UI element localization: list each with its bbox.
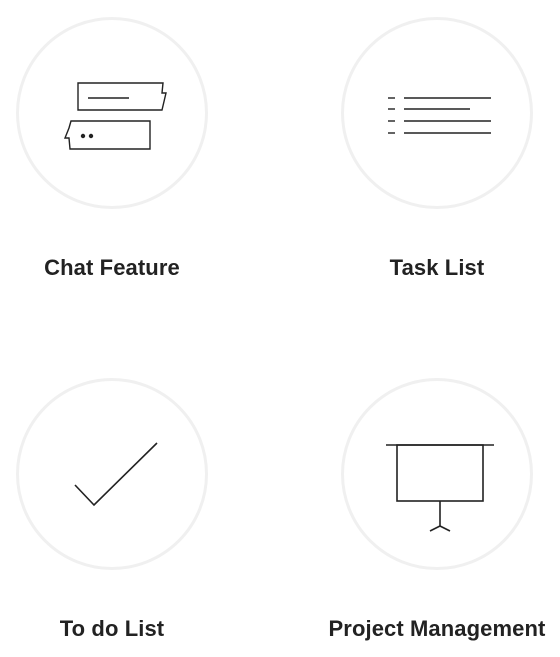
chat-bubbles-icon [63, 82, 167, 150]
projector-screen-icon [386, 444, 494, 532]
feature-label: Project Management [328, 616, 546, 641]
task-list-icon [388, 97, 491, 134]
feature-label: To do List [59, 616, 165, 641]
feature-task-list[interactable]: Task List [327, 17, 547, 280]
checkmark-icon [74, 442, 158, 507]
feature-icon-circle [16, 17, 208, 209]
feature-todo-list[interactable]: To do List [2, 378, 222, 641]
feature-icon-circle [16, 378, 208, 570]
feature-icon-circle [341, 17, 533, 209]
feature-chat[interactable]: Chat Feature [2, 17, 222, 280]
feature-icon-circle [341, 378, 533, 570]
feature-label: Task List [389, 255, 485, 280]
feature-label: Chat Feature [44, 255, 180, 280]
feature-project-management[interactable]: Project Management [327, 378, 547, 641]
